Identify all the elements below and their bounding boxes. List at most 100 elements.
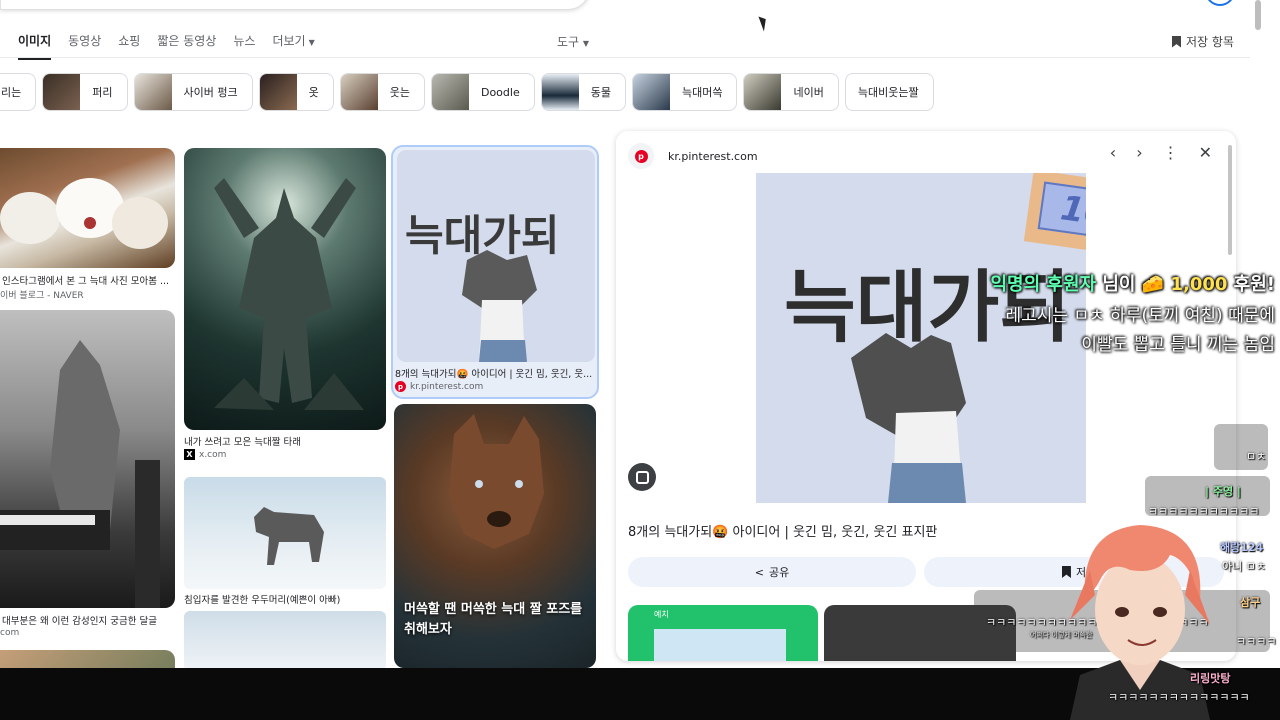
chip[interactable]: 웃는 [339,73,425,111]
result-source[interactable]: com [0,628,19,638]
tab-news[interactable]: 뉴스 [233,32,255,60]
image-result[interactable] [184,611,386,668]
result-source[interactable]: 이버 블로그 - NAVER [0,288,84,301]
mouse-cursor [758,14,770,32]
chip-thumbnail [134,74,172,110]
tools-menu[interactable]: 도구 ▼ [557,33,589,50]
more-vert-icon[interactable]: ⋮ [1163,143,1179,162]
pinterest-icon: p [395,381,406,392]
chip-thumbnail [744,74,782,110]
image-result[interactable] [0,310,175,608]
share-icon: < [754,565,764,579]
image-result[interactable]: 머쓱할 땐 머쓱한 늑대 짤 포즈를 취해보자 [394,404,596,668]
page-scrollbar[interactable] [1255,0,1261,30]
chevron-left-icon[interactable]: ‹ [1110,143,1116,162]
wolf-piano-image [0,340,160,608]
wolves-image [0,178,168,249]
result-caption[interactable]: 침입자를 발견한 우두머리(예쁜이 아빠) [184,592,384,606]
image-result[interactable] [184,477,386,589]
result-caption[interactable]: 내가 쓰려고 모은 늑대짤 타래 [184,434,384,448]
x-logo-icon: X [184,449,195,460]
tab-images[interactable]: 이미지 [18,32,52,60]
wolf-snow-image [254,507,324,565]
saved-label: 저장 항목 [1186,35,1234,49]
caret-down-icon: ▼ [308,38,315,47]
bookmark-icon [1172,35,1181,48]
related-chips: 리는 퍼리 사이버 펑크 옷 웃는 Doodle 동물 늑대머쓱 네이버 늑대비… [0,73,934,111]
donation-tail: 후원! [1227,274,1275,295]
chip-label: 늑대비웃는짤 [857,86,919,99]
image-result-selected[interactable]: 늑대가되 8개의 늑대가되🤬 아이디어 | 웃긴 밈, 웃긴, 웃... p kr… [391,145,599,399]
panel-site[interactable]: kr.pinterest.com [668,150,758,163]
chip[interactable]: 늑대머쓱 [631,73,738,111]
donor-name: 익명의 후원자 [990,274,1097,295]
related-result[interactable]: 예치 [628,605,818,661]
share-button[interactable]: < 공유 [628,557,916,587]
chat-message: ㅋㅋㅋㅋㅋㅋㅋㅋㅋㅋㅋㅋㅋㅋ [1108,691,1250,704]
chip-label: 사이버 펑크 [183,86,238,99]
lens-icon [635,470,649,484]
chip-label: 옷 [308,86,319,99]
source-label: 이버 블로그 - NAVER [0,291,84,301]
source-label: kr.pinterest.com [410,381,484,392]
chip-thumbnail [259,74,297,110]
close-icon[interactable]: ✕ [1199,143,1212,162]
tab-more-label: 더보기 [272,34,306,48]
image-result[interactable] [0,148,175,268]
donation-message-line: 이빨도 뽑고 틀니 끼는 놈임 [1081,335,1275,355]
tab-more[interactable]: 더보기 ▼ [272,32,314,60]
search-bar[interactable] [0,0,590,10]
donation-amount: 1,000 [1170,274,1228,295]
caret-down-icon: ▼ [582,39,590,48]
chevron-right-icon[interactable]: › [1136,143,1142,162]
donation-headline: 익명의 후원자 님이 🧀 1,000 후원! [930,268,1275,302]
chip[interactable]: 옷 [258,73,334,111]
chip-label: 웃는 [389,86,410,99]
chip[interactable]: Doodle [430,73,535,111]
share-label: 공유 [768,566,790,579]
werewolf-image [214,178,364,410]
saved-items-link[interactable]: 저장 항목 [1172,33,1234,50]
chip-label: 동물 [590,86,611,99]
result-caption: 8개의 늑대가되🤬 아이디어 | 웃긴 밈, 웃긴, 웃... [395,369,593,380]
chip[interactable]: 리는 [0,73,37,111]
result-source[interactable]: Xx.com [184,449,226,460]
panel-header: p kr.pinterest.com [628,143,758,169]
result-caption[interactable]: 대부분은 왜 이런 감성인지 궁금한 달글 [2,613,174,627]
source-label: com [0,628,20,638]
tab-shopping[interactable]: 쇼핑 [118,32,140,60]
chip-label: 늑대머쓱 [681,86,723,99]
lens-search-button[interactable] [628,463,656,491]
chip-thumbnail [340,74,378,110]
chip[interactable]: 퍼리 [42,73,128,111]
chat-username: 리링맛탕 [1190,672,1231,685]
wolf-ripping-shirt-image [462,250,537,362]
donation-message-line: 레고시는 ㅁㅊ 하루(토끼 여친) 때문에 [1005,306,1275,326]
source-label: x.com [199,449,227,460]
chip-label: Doodle [480,85,520,99]
tab-videos[interactable]: 동영상 [68,32,101,60]
chip[interactable]: 동물 [540,73,626,111]
related-thumb [654,629,786,661]
chip-thumbnail [541,74,579,110]
account-avatar[interactable] [1205,0,1235,6]
chip-thumbnail [632,74,670,110]
pinterest-icon: p [628,143,654,169]
image-result[interactable] [184,148,386,430]
result-caption[interactable]: 인스타그램에서 본 그 늑대 사진 모아봄 ... [2,273,174,287]
chip[interactable]: 늑대비웃는짤 [844,73,934,111]
chip[interactable]: 네이버 [743,73,839,111]
panel-scrollbar[interactable] [1228,145,1232,255]
thumbnail: 늑대가되 [397,150,595,362]
preview-title[interactable]: 8개의 늑대가되🤬 아이디어 | 웃긴 밈, 웃긴, 웃긴 표지판 [628,521,937,540]
tools-label: 도구 [557,35,580,49]
chip-label: 퍼리 [92,86,113,99]
related-label: 예치 [654,610,669,619]
chip-label: 리는 [1,86,22,99]
tab-short-videos[interactable]: 짧은 동영상 [157,32,216,60]
image-result[interactable] [0,650,175,668]
chip[interactable]: 사이버 펑크 [133,73,253,111]
vtuber-avatar [1070,525,1210,720]
chip-label: 네이버 [793,86,824,99]
result-source: p kr.pinterest.com [395,381,483,392]
